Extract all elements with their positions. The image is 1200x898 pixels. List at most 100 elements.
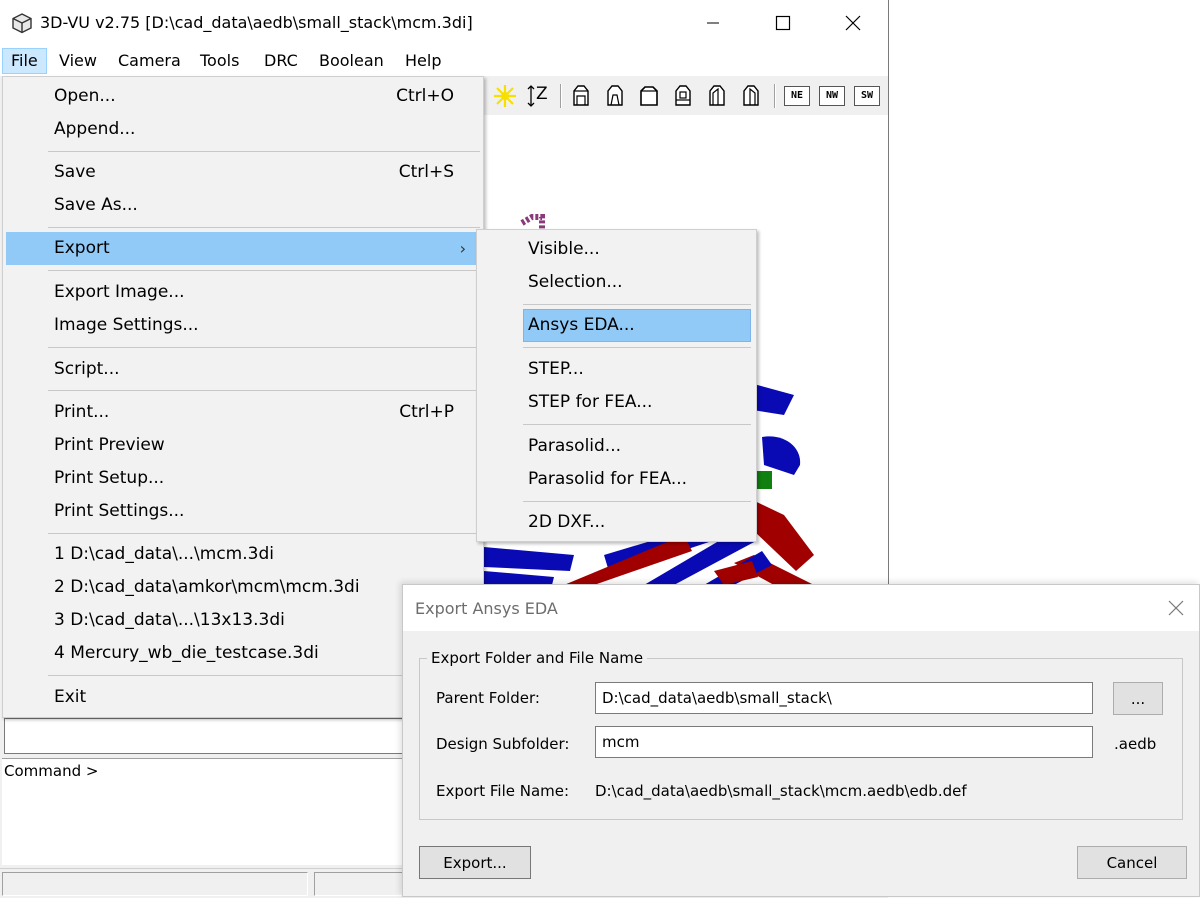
export-button[interactable]: Export... xyxy=(419,846,531,879)
close-button[interactable] xyxy=(818,0,888,46)
menu-item-label: Open... xyxy=(54,86,116,106)
minimize-button[interactable] xyxy=(678,0,748,46)
submenu-item-step[interactable]: STEP... xyxy=(523,353,751,386)
menu-item-recent-1[interactable]: 1 D:\cad_data\...\mcm.3di xyxy=(6,538,480,571)
menu-item-label: Print Settings... xyxy=(54,501,185,521)
close-icon xyxy=(1168,600,1184,616)
view-right-icon[interactable] xyxy=(738,83,764,109)
zoom-z-button[interactable]: Z xyxy=(526,83,552,109)
toolbar: Z NE NW SW xyxy=(484,78,888,114)
menu-item-label: Save xyxy=(54,162,96,182)
light-star-icon[interactable] xyxy=(492,83,518,109)
minimize-icon xyxy=(707,22,719,24)
menu-bar: File View Camera Tools DRC Boolean Help xyxy=(0,46,888,76)
menu-item-print-preview[interactable]: Print Preview xyxy=(6,429,480,462)
menu-item-label: Parasolid for FEA... xyxy=(528,469,688,489)
chevron-right-icon: › xyxy=(459,239,466,258)
export-file-name-label: Export File Name: xyxy=(436,782,570,800)
menu-item-label: 2D DXF... xyxy=(528,512,606,532)
dialog-close-button[interactable] xyxy=(1163,597,1189,619)
menu-item-label: Print Preview xyxy=(54,435,165,455)
dialog-title-bar[interactable]: Export Ansys EDA xyxy=(403,585,1199,631)
menu-item-script[interactable]: Script... xyxy=(6,353,480,386)
menu-separator xyxy=(48,227,480,228)
submenu-item-2d-dxf[interactable]: 2D DXF... xyxy=(523,506,751,539)
menu-item-label: Exit xyxy=(54,687,87,707)
view-bottom-icon[interactable] xyxy=(670,83,696,109)
submenu-item-parasolid-fea[interactable]: Parasolid for FEA... xyxy=(523,463,751,496)
export-submenu: Visible... Selection... Ansys EDA... STE… xyxy=(476,229,757,542)
parent-folder-input[interactable] xyxy=(595,682,1093,714)
view-sw-button[interactable]: SW xyxy=(854,86,880,106)
menu-item-shortcut: Ctrl+S xyxy=(398,162,454,182)
design-subfolder-input[interactable] xyxy=(595,726,1093,758)
menu-item-label: 1 D:\cad_data\...\mcm.3di xyxy=(54,544,274,564)
menu-drc[interactable]: DRC xyxy=(256,48,306,74)
menu-view[interactable]: View xyxy=(51,48,105,74)
menu-item-print-setup[interactable]: Print Setup... xyxy=(6,462,480,495)
menu-help[interactable]: Help xyxy=(397,48,449,74)
dialog-title: Export Ansys EDA xyxy=(415,599,558,618)
menu-item-label: Ansys EDA... xyxy=(528,315,635,335)
menu-boolean[interactable]: Boolean xyxy=(311,48,392,74)
title-bar[interactable]: 3D-VU v2.75 [D:\cad_data\aedb\small_stac… xyxy=(0,0,888,46)
menu-separator xyxy=(48,151,480,152)
view-ne-button[interactable]: NE xyxy=(784,86,810,106)
menu-item-print[interactable]: Print... Ctrl+P xyxy=(6,396,480,429)
menu-item-label: Image Settings... xyxy=(54,315,199,335)
submenu-item-ansys-eda[interactable]: Ansys EDA... xyxy=(523,309,751,342)
submenu-item-step-fea[interactable]: STEP for FEA... xyxy=(523,386,751,419)
view-nw-button[interactable]: NW xyxy=(819,86,845,106)
menu-item-label: Print... xyxy=(54,402,110,422)
maximize-button[interactable] xyxy=(748,0,818,46)
menu-item-label: Save As... xyxy=(54,195,138,215)
menu-separator xyxy=(523,424,751,425)
z-label: Z xyxy=(536,84,548,104)
maximize-icon xyxy=(775,15,791,31)
browse-button[interactable]: ... xyxy=(1113,682,1163,715)
menu-separator xyxy=(48,533,480,534)
menu-item-label: Export xyxy=(54,238,110,258)
menu-separator xyxy=(523,304,751,305)
command-input[interactable] xyxy=(4,718,404,754)
menu-item-label: Export Image... xyxy=(54,282,185,302)
menu-separator xyxy=(48,347,480,348)
cube-app-icon xyxy=(12,13,32,34)
submenu-item-selection[interactable]: Selection... xyxy=(523,266,751,299)
submenu-item-parasolid[interactable]: Parasolid... xyxy=(523,430,751,463)
menu-tools[interactable]: Tools xyxy=(192,48,247,74)
menu-item-export-image[interactable]: Export Image... xyxy=(6,276,480,309)
menu-item-export[interactable]: Export › xyxy=(6,232,480,265)
menu-item-label: 4 Mercury_wb_die_testcase.3di xyxy=(54,643,319,663)
view-left-icon[interactable] xyxy=(704,83,730,109)
menu-item-label: 2 D:\cad_data\amkor\mcm\mcm.3di xyxy=(54,577,360,597)
submenu-item-visible[interactable]: Visible... xyxy=(523,233,751,266)
menu-item-shortcut: Ctrl+P xyxy=(399,402,454,422)
view-top-icon[interactable] xyxy=(636,83,662,109)
menu-item-label: Selection... xyxy=(528,272,623,292)
view-back-icon[interactable] xyxy=(602,83,628,109)
menu-camera[interactable]: Camera xyxy=(110,48,189,74)
menu-item-image-settings[interactable]: Image Settings... xyxy=(6,309,480,342)
menu-item-print-settings[interactable]: Print Settings... xyxy=(6,495,480,528)
menu-item-label: Print Setup... xyxy=(54,468,165,488)
design-subfolder-label: Design Subfolder: xyxy=(436,735,570,753)
export-file-name-value: D:\cad_data\aedb\small_stack\mcm.aedb\ed… xyxy=(595,782,967,800)
group-title: Export Folder and File Name xyxy=(427,649,648,667)
toolbar-separator xyxy=(560,84,562,108)
menu-separator xyxy=(48,390,480,391)
command-prompt-label: Command > xyxy=(4,762,99,780)
view-front-icon[interactable] xyxy=(568,83,594,109)
parent-folder-label: Parent Folder: xyxy=(436,689,540,707)
menu-item-append[interactable]: Append... xyxy=(6,113,480,146)
toolbar-separator xyxy=(774,84,776,108)
menu-item-open[interactable]: Open... Ctrl+O xyxy=(6,80,480,113)
menu-item-label: Append... xyxy=(54,119,136,139)
menu-separator xyxy=(523,347,751,348)
menu-item-save-as[interactable]: Save As... xyxy=(6,189,480,222)
vertical-arrows-icon xyxy=(527,85,535,107)
menu-item-save[interactable]: Save Ctrl+S xyxy=(6,156,480,189)
menu-item-label: 3 D:\cad_data\...\13x13.3di xyxy=(54,610,285,630)
menu-file[interactable]: File xyxy=(2,48,47,74)
cancel-button[interactable]: Cancel xyxy=(1077,846,1187,879)
